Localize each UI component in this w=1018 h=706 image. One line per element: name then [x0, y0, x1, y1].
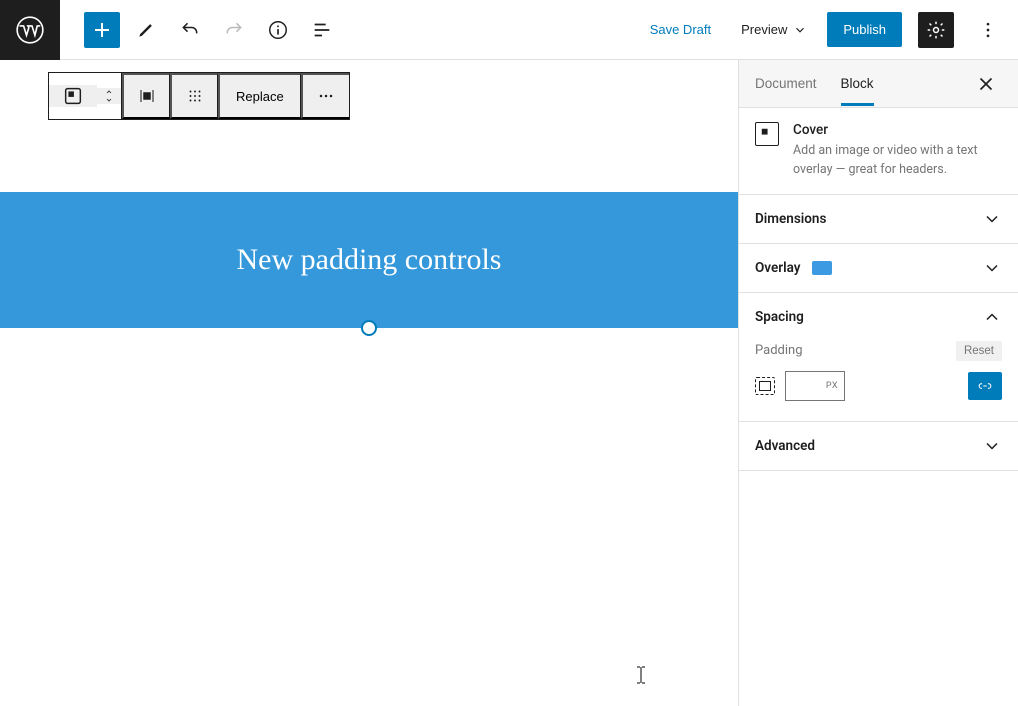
panel-dimensions-header[interactable]: Dimensions	[739, 195, 1018, 243]
close-icon	[975, 73, 997, 95]
list-icon	[311, 19, 333, 41]
redo-button[interactable]	[216, 12, 252, 48]
reset-button[interactable]: Reset	[956, 341, 1002, 361]
grid-dots-icon	[186, 87, 204, 105]
settings-sidebar: Document Block Cover Add an image or vid…	[738, 60, 1018, 706]
cover-icon	[62, 85, 84, 107]
content-position-button[interactable]	[170, 73, 218, 119]
panel-advanced: Advanced	[739, 422, 1018, 471]
block-name: Cover	[793, 122, 1002, 138]
add-block-button[interactable]	[84, 12, 120, 48]
undo-icon	[180, 20, 200, 40]
panel-spacing: Spacing Padding Reset PX	[739, 293, 1018, 422]
plus-icon	[90, 18, 114, 42]
chevron-down-icon	[793, 23, 807, 37]
more-button[interactable]	[970, 12, 1006, 48]
close-sidebar-button[interactable]	[970, 68, 1002, 100]
block-header-text: Cover Add an image or video with a text …	[793, 122, 1002, 180]
block-more-button[interactable]	[301, 73, 349, 119]
info-button[interactable]	[260, 12, 296, 48]
chevron-up-icon	[982, 307, 1002, 327]
block-type-button[interactable]	[49, 85, 97, 107]
topbar-left-tools	[60, 12, 340, 48]
gear-icon	[926, 20, 946, 40]
panel-overlay-header[interactable]: Overlay	[739, 244, 1018, 292]
block-toolbar: Replace	[48, 72, 350, 120]
tab-document[interactable]: Document	[755, 62, 817, 105]
overlay-color-swatch	[812, 261, 832, 275]
topbar-right-tools: Save Draft Preview Publish	[640, 12, 1018, 48]
undo-button[interactable]	[172, 12, 208, 48]
info-icon	[267, 19, 289, 41]
box-sides-icon[interactable]	[755, 377, 775, 395]
text-cursor-icon	[636, 666, 646, 684]
chevron-down-icon	[982, 209, 1002, 229]
padding-controls: PX	[755, 371, 1002, 401]
editor-body: Replace New padding controls Document Bl…	[0, 60, 1018, 706]
padding-row: Padding Reset	[755, 341, 1002, 361]
replace-button[interactable]: Replace	[218, 73, 301, 119]
settings-button[interactable]	[918, 12, 954, 48]
panel-overlay-label: Overlay	[755, 260, 800, 276]
block-description: Add an image or video with a text overla…	[793, 142, 1002, 180]
padding-unit: PX	[826, 381, 838, 391]
alignment-button[interactable]	[122, 73, 170, 119]
resize-handle[interactable]	[361, 320, 377, 336]
save-draft-button[interactable]: Save Draft	[640, 14, 721, 45]
padding-input[interactable]	[792, 379, 826, 393]
cover-block-icon	[755, 122, 779, 146]
cover-block[interactable]: New padding controls	[0, 192, 738, 328]
edit-mode-button[interactable]	[128, 12, 164, 48]
panel-dimensions: Dimensions	[739, 195, 1018, 244]
tab-block[interactable]: Block	[841, 62, 874, 105]
link-icon	[976, 379, 994, 393]
padding-input-wrapper: PX	[785, 371, 845, 401]
preview-label: Preview	[741, 22, 787, 37]
publish-button[interactable]: Publish	[827, 12, 902, 47]
editor-canvas[interactable]: Replace New padding controls	[0, 60, 738, 706]
panel-advanced-label: Advanced	[755, 438, 815, 454]
panel-overlay: Overlay	[739, 244, 1018, 293]
padding-label: Padding	[755, 343, 803, 358]
redo-icon	[224, 20, 244, 40]
preview-button[interactable]: Preview	[737, 14, 811, 45]
block-mover[interactable]	[97, 88, 121, 104]
editor-topbar: Save Draft Preview Publish	[0, 0, 1018, 60]
link-sides-button[interactable]	[968, 372, 1002, 400]
sidebar-tabs: Document Block	[739, 60, 1018, 108]
wp-logo-icon[interactable]	[0, 0, 60, 60]
pencil-icon	[136, 20, 156, 40]
cover-title-text[interactable]: New padding controls	[237, 243, 502, 277]
panel-spacing-body: Padding Reset PX	[739, 341, 1018, 421]
block-header: Cover Add an image or video with a text …	[739, 108, 1018, 195]
kebab-icon	[978, 20, 998, 40]
panel-dimensions-label: Dimensions	[755, 211, 826, 227]
panel-spacing-label: Spacing	[755, 309, 804, 325]
ellipsis-icon	[316, 86, 336, 106]
panel-spacing-header[interactable]: Spacing	[739, 293, 1018, 341]
outline-button[interactable]	[304, 12, 340, 48]
chevron-up-icon	[103, 88, 115, 96]
chevron-down-icon	[982, 436, 1002, 456]
align-icon	[138, 87, 156, 105]
chevron-down-icon	[103, 96, 115, 104]
chevron-down-icon	[982, 258, 1002, 278]
panel-advanced-header[interactable]: Advanced	[739, 422, 1018, 470]
